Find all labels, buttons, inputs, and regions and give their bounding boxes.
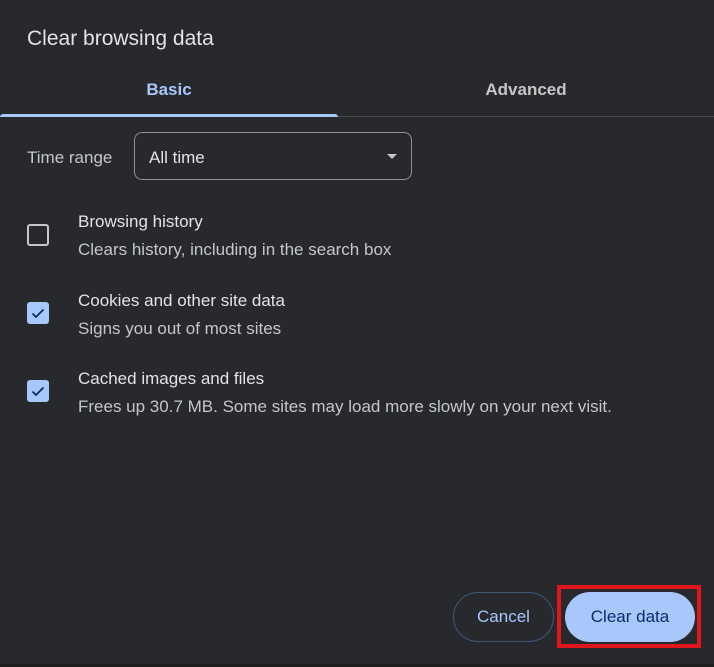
tab-active-indicator xyxy=(0,114,338,117)
time-range-label: Time range xyxy=(27,148,113,167)
clear-browsing-data-dialog: Clear browsing data Basic Advanced Time … xyxy=(0,0,714,667)
time-range-value: All time xyxy=(149,148,205,167)
checkbox-cached-images[interactable] xyxy=(27,380,49,402)
cancel-button[interactable]: Cancel xyxy=(453,592,554,642)
clear-data-button[interactable]: Clear data xyxy=(565,592,695,642)
option-description: Frees up 30.7 MB. Some sites may load mo… xyxy=(78,397,612,416)
tab-basic[interactable]: Basic xyxy=(0,63,338,117)
checkbox-browsing-history[interactable] xyxy=(27,224,49,246)
option-cached-images: Cached images and files Frees up 30.7 MB… xyxy=(0,362,714,422)
dialog-title: Clear browsing data xyxy=(27,27,214,50)
option-title: Browsing history xyxy=(78,212,203,231)
option-description: Clears history, including in the search … xyxy=(78,240,392,259)
tab-advanced[interactable]: Advanced xyxy=(338,63,714,117)
tab-bar: Basic Advanced xyxy=(0,63,714,117)
option-title: Cookies and other site data xyxy=(78,291,285,310)
option-cookies: Cookies and other site data Signs you ou… xyxy=(0,284,714,344)
check-icon xyxy=(31,308,45,319)
triangle-down-icon xyxy=(387,154,397,159)
time-range-select[interactable]: All time xyxy=(134,132,412,180)
option-description: Signs you out of most sites xyxy=(78,319,282,338)
check-icon xyxy=(31,386,45,397)
checkbox-cookies[interactable] xyxy=(27,302,49,324)
option-browsing-history: Browsing history Clears history, includi… xyxy=(0,205,714,265)
option-title: Cached images and files xyxy=(78,369,265,388)
